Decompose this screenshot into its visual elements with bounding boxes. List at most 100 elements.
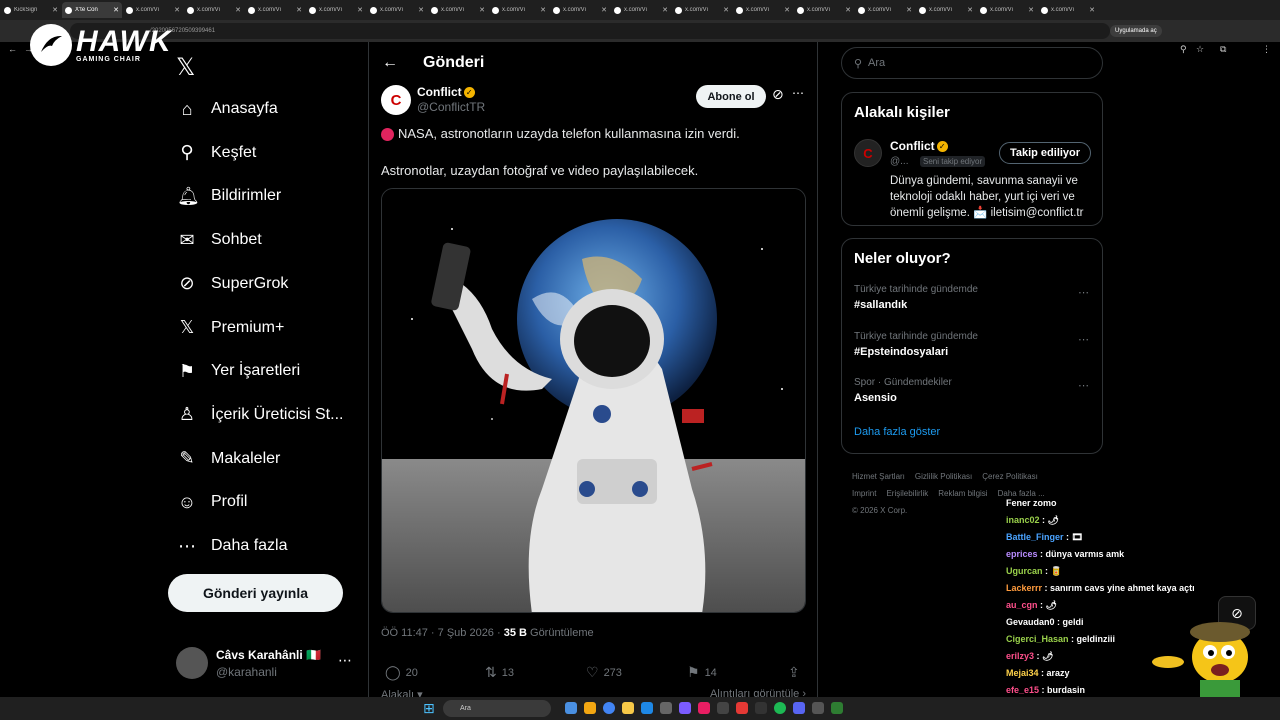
post-image[interactable] <box>381 188 806 613</box>
repost-button[interactable]: ⇅ 13 <box>485 664 514 681</box>
footer-link[interactable]: © 2026 X Corp. <box>852 506 907 515</box>
browser-tab[interactable]: x.com/Vi ✕ <box>977 2 1037 18</box>
spotify-icon[interactable] <box>774 702 786 714</box>
zoom-icon[interactable]: ⚲ <box>1180 44 1187 55</box>
close-tab-icon[interactable]: ✕ <box>845 6 851 14</box>
chrome-icon[interactable] <box>603 702 615 714</box>
browser-tab[interactable]: x.com/Vi ✕ <box>428 2 488 18</box>
following-button[interactable]: Takip ediliyor <box>999 142 1091 164</box>
nav-item-profil[interactable]: ☺ Profil <box>177 487 248 517</box>
browser-tab[interactable]: x.com/Vi ✕ <box>123 2 183 18</box>
app-icon[interactable] <box>641 702 653 714</box>
author-name[interactable]: Conflict ✓ <box>417 85 475 99</box>
search-input[interactable]: ⚲ Ara <box>841 47 1103 79</box>
star-icon[interactable]: ☆ <box>1196 44 1204 55</box>
browser-tab[interactable]: x.com/Vi ✕ <box>306 2 366 18</box>
footer-link[interactable]: Reklam bilgisi <box>938 489 987 498</box>
close-tab-icon[interactable]: ✕ <box>1089 6 1095 14</box>
close-tab-icon[interactable]: ✕ <box>113 6 119 14</box>
close-tab-icon[interactable]: ✕ <box>296 6 302 14</box>
close-tab-icon[interactable]: ✕ <box>906 6 912 14</box>
related-handle[interactable]: @... <box>890 156 909 167</box>
close-tab-icon[interactable]: ✕ <box>1028 6 1034 14</box>
browser-tab[interactable]: x.com/Vi ✕ <box>245 2 305 18</box>
author-handle[interactable]: @ConflictTR <box>417 100 485 114</box>
app-icon[interactable] <box>698 702 710 714</box>
bookmark-button[interactable]: ⚑ 14 <box>687 664 717 681</box>
footer-link[interactable]: Hizmet Şartları <box>852 472 905 481</box>
nav-item-anasayfa[interactable]: ⌂ Anasayfa <box>177 94 278 124</box>
more-options-icon[interactable]: ⋯ <box>792 86 804 100</box>
grok-icon[interactable]: ⊘ <box>772 86 784 103</box>
subscribe-button[interactable]: Abone ol <box>696 85 766 108</box>
footer-link[interactable]: Çerez Politikası <box>982 472 1038 481</box>
menu-icon[interactable]: ⋮ <box>1262 44 1271 55</box>
app-icon[interactable] <box>755 702 767 714</box>
close-tab-icon[interactable]: ✕ <box>52 6 58 14</box>
close-tab-icon[interactable]: ✕ <box>784 6 790 14</box>
nav-item-supergrok[interactable]: ⊘ SuperGrok <box>177 269 288 299</box>
related-name[interactable]: Conflict ✓ <box>890 139 948 153</box>
more-icon[interactable]: ⋯ <box>1078 333 1089 346</box>
nav-item-keşfet[interactable]: ⚲ Keşfet <box>177 138 256 168</box>
reply-button[interactable]: ◯ 20 <box>385 664 418 681</box>
browser-tab[interactable]: x.com/Vi ✕ <box>916 2 976 18</box>
windows-start-icon[interactable]: ⊞ <box>423 700 435 717</box>
x-logo-icon[interactable]: 𝕏 <box>176 53 195 82</box>
browser-tab[interactable]: x.com/Vi ✕ <box>184 2 244 18</box>
author-avatar[interactable]: C <box>381 85 411 115</box>
explorer-icon[interactable] <box>584 702 596 714</box>
app-icon[interactable] <box>736 702 748 714</box>
nav-item-bildirimler[interactable]: 🔔︎ Bildirimler <box>177 181 281 211</box>
close-tab-icon[interactable]: ✕ <box>479 6 485 14</box>
browser-tab[interactable]: x.com/Vi ✕ <box>794 2 854 18</box>
app-icon[interactable] <box>660 702 672 714</box>
share-button[interactable]: ⇪ <box>788 664 805 681</box>
close-tab-icon[interactable]: ✕ <box>357 6 363 14</box>
extensions-icon[interactable]: ⧉ <box>1220 44 1226 55</box>
close-tab-icon[interactable]: ✕ <box>601 6 607 14</box>
close-tab-icon[interactable]: ✕ <box>235 6 241 14</box>
app-icon[interactable] <box>679 702 691 714</box>
browser-tab[interactable]: KickSign ✕ <box>1 2 61 18</box>
more-icon[interactable]: ⋯ <box>1078 379 1089 392</box>
close-tab-icon[interactable]: ✕ <box>418 6 424 14</box>
nav-item-premium-[interactable]: 𝕏 Premium+ <box>177 313 285 343</box>
browser-tab[interactable]: x.com/Vi ✕ <box>611 2 671 18</box>
browser-tab[interactable]: x.com/Vi ✕ <box>672 2 732 18</box>
nav-item-yer-i-şaretleri[interactable]: ⚑ Yer İşaretleri <box>177 356 300 386</box>
taskbar-search[interactable]: Ara <box>443 700 551 717</box>
browser-tab[interactable]: x.com/Vi ✕ <box>855 2 915 18</box>
back-arrow-icon[interactable]: ← <box>382 54 398 72</box>
nav-item-sohbet[interactable]: ✉ Sohbet <box>177 225 261 255</box>
account-switcher[interactable]: Câvs Karahânli 🇮🇹 @karahanli ⋯ <box>176 647 356 681</box>
close-tab-icon[interactable]: ✕ <box>174 6 180 14</box>
browser-tab[interactable]: X'te Con ✕ <box>62 2 122 18</box>
browser-tab[interactable]: x.com/Vi ✕ <box>1038 2 1098 18</box>
footer-link[interactable]: Gizlilik Politikası <box>915 472 972 481</box>
close-tab-icon[interactable]: ✕ <box>540 6 546 14</box>
footer-link[interactable]: Erişilebilirlik <box>886 489 928 498</box>
more-icon[interactable]: ⋯ <box>338 652 352 669</box>
browser-tab[interactable]: x.com/Vi ✕ <box>733 2 793 18</box>
like-button[interactable]: ♡ 273 <box>586 664 622 681</box>
browser-tab[interactable]: x.com/Vi ✕ <box>489 2 549 18</box>
post-button[interactable]: Gönderi yayınla <box>168 574 343 612</box>
taskview-icon[interactable] <box>565 702 577 714</box>
open-in-app-button[interactable]: Uygulamada aç <box>1110 25 1162 37</box>
url-field[interactable]: /2020056720509399461 <box>70 23 1110 39</box>
folder-icon[interactable] <box>622 702 634 714</box>
show-more-link[interactable]: Daha fazla göster <box>854 426 940 438</box>
close-tab-icon[interactable]: ✕ <box>723 6 729 14</box>
app-icon[interactable] <box>717 702 729 714</box>
footer-link[interactable]: Daha fazla ... <box>998 489 1045 498</box>
discord-icon[interactable] <box>793 702 805 714</box>
related-avatar[interactable]: C <box>854 139 882 167</box>
browser-tab[interactable]: x.com/Vi ✕ <box>550 2 610 18</box>
more-icon[interactable]: ⋯ <box>1078 286 1089 299</box>
back-icon[interactable]: ← <box>8 44 17 54</box>
nav-item-daha-fazla[interactable]: ⋯ Daha fazla <box>177 531 288 561</box>
app-icon[interactable] <box>831 702 843 714</box>
footer-link[interactable]: Imprint <box>852 489 876 498</box>
close-tab-icon[interactable]: ✕ <box>662 6 668 14</box>
